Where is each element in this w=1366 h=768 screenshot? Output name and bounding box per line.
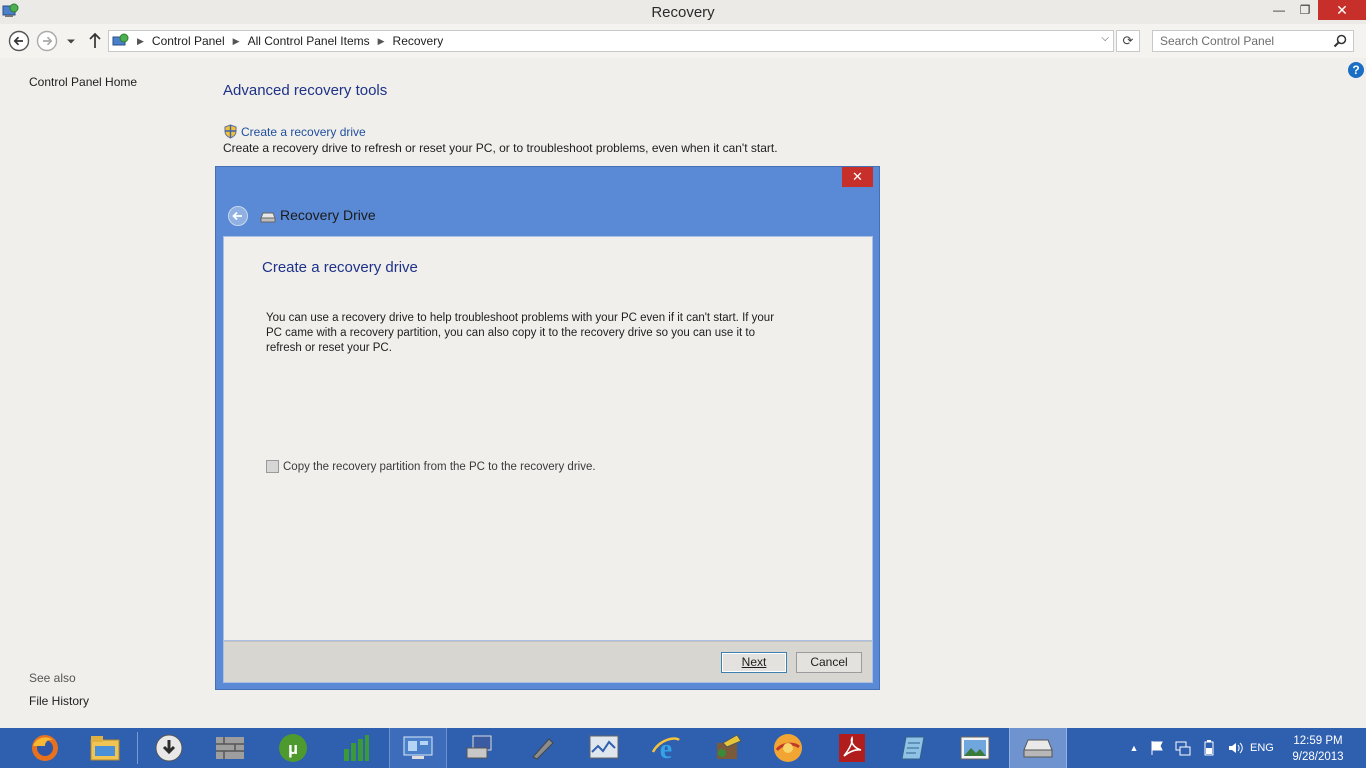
network-icon[interactable] (451, 728, 509, 768)
recovery-drive-icon[interactable] (1009, 728, 1067, 768)
performance-monitor-icon[interactable] (575, 728, 633, 768)
title-bar: Recovery — ❐ ✕ (0, 0, 1366, 24)
breadcrumb-recovery[interactable]: Recovery (393, 34, 444, 48)
browser-orange-icon[interactable] (759, 728, 817, 768)
volume-icon[interactable] (1227, 740, 1243, 756)
setup-icon[interactable] (699, 728, 757, 768)
dialog-content: Create a recovery drive You can use a re… (223, 236, 873, 641)
copy-partition-option: Copy the recovery partition from the PC … (266, 460, 596, 473)
cancel-button[interactable]: Cancel (796, 652, 862, 673)
help-icon[interactable]: ? (1348, 62, 1364, 78)
dialog-back-icon[interactable] (228, 206, 248, 226)
breadcrumb-separator-icon[interactable]: ▶ (233, 36, 240, 47)
dialog-close-button[interactable]: ✕ (842, 167, 873, 187)
refresh-button[interactable]: ⟳ (1116, 30, 1140, 52)
adobe-reader-icon[interactable] (823, 728, 881, 768)
firewall-icon[interactable] (201, 728, 259, 768)
dialog-description: You can use a recovery drive to help tro… (266, 312, 775, 355)
minimize-button[interactable]: — (1266, 0, 1292, 20)
firefox-icon[interactable] (16, 728, 74, 768)
show-hidden-icons-chevron-icon[interactable]: ▲ (1129, 740, 1139, 756)
recent-locations-chevron-icon[interactable] (64, 30, 78, 52)
input-language-indicator[interactable]: ENG (1250, 742, 1274, 754)
page-heading: Advanced recovery tools (223, 82, 388, 99)
network-status-icon[interactable] (1175, 740, 1191, 756)
restore-button[interactable]: ❐ (1292, 0, 1318, 20)
forward-arrow-icon[interactable] (36, 30, 58, 52)
create-recovery-drive-label[interactable]: Create a recovery drive (241, 125, 366, 139)
navigation-bar: ▶ Control Panel ▶ All Control Panel Item… (0, 24, 1366, 58)
dialog-footer: Next Cancel (223, 641, 873, 683)
photo-viewer-icon[interactable] (946, 728, 1004, 768)
system-tray: ▲ (1124, 728, 1248, 768)
see-also-label: See also (29, 671, 76, 685)
task-description: Create a recovery drive to refresh or re… (223, 141, 778, 155)
internet-explorer-icon[interactable]: e (637, 728, 695, 768)
control-panel-icon (112, 33, 129, 46)
copy-partition-checkbox[interactable] (266, 460, 279, 473)
taskbar-divider (137, 732, 138, 764)
dialog-title: Recovery Drive (280, 207, 376, 223)
search-input[interactable] (1153, 31, 1323, 51)
action-center-flag-icon[interactable] (1149, 740, 1165, 756)
search-box[interactable] (1152, 30, 1354, 52)
usb-tool-icon[interactable] (513, 728, 571, 768)
chart-app-icon[interactable] (327, 728, 385, 768)
notepad-icon[interactable] (884, 728, 942, 768)
create-recovery-drive-link[interactable]: Create a recovery drive (223, 124, 366, 139)
clock-time: 12:59 PM (1293, 735, 1343, 747)
control-panel-home-link[interactable]: Control Panel Home (29, 75, 137, 89)
clock-date: 9/28/2013 (1292, 751, 1344, 763)
close-window-button[interactable]: ✕ (1318, 0, 1366, 20)
breadcrumb-control-panel[interactable]: Control Panel (152, 34, 225, 48)
dialog-heading: Create a recovery drive (262, 259, 418, 276)
drive-icon (260, 212, 276, 223)
battery-icon[interactable] (1201, 740, 1217, 756)
address-bar[interactable]: ▶ Control Panel ▶ All Control Panel Item… (108, 30, 1114, 52)
back-arrow-icon[interactable] (8, 30, 30, 52)
up-arrow-icon[interactable] (86, 30, 104, 52)
utorrent-icon[interactable]: µ (264, 728, 322, 768)
file-explorer-icon[interactable] (76, 728, 134, 768)
file-history-link[interactable]: File History (29, 694, 89, 708)
control-panel-icon[interactable] (389, 728, 447, 768)
breadcrumb-separator-icon[interactable]: ▶ (137, 36, 144, 47)
next-button[interactable]: Next (721, 652, 787, 673)
window-title: Recovery (651, 4, 715, 21)
address-dropdown-chevron-icon[interactable]: ⌵ (1101, 33, 1109, 44)
uac-shield-icon (224, 124, 237, 139)
recovery-drive-dialog: ✕ Recovery Drive Create a recovery drive… (215, 166, 880, 690)
download-icon[interactable] (140, 728, 198, 768)
search-icon[interactable] (1333, 34, 1347, 48)
svg-text:µ: µ (288, 739, 298, 758)
breadcrumb: ▶ Control Panel ▶ All Control Panel Item… (131, 34, 443, 48)
breadcrumb-separator-icon[interactable]: ▶ (378, 36, 385, 47)
system-clock[interactable]: 12:59 PM 9/28/2013 (1286, 733, 1350, 765)
breadcrumb-all-items[interactable]: All Control Panel Items (248, 34, 370, 48)
taskbar: µ e ▲ ENG 12:59 PM 9/28/2013 (0, 728, 1366, 768)
copy-partition-label: Copy the recovery partition from the PC … (283, 460, 596, 473)
